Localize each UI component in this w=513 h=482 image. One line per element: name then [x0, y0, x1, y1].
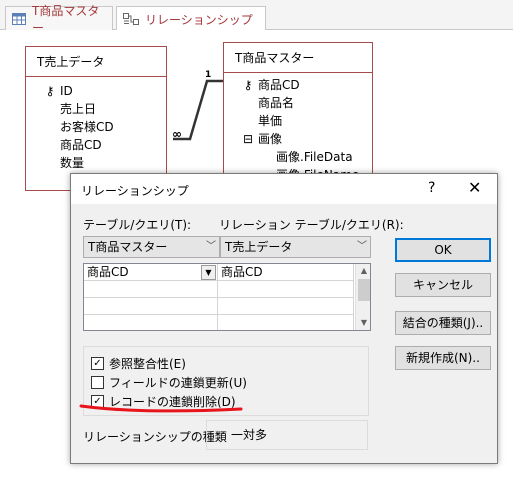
red-underline-annotation: [79, 404, 243, 413]
cancel-button[interactable]: キャンセル: [395, 273, 491, 297]
document-tab-bar: T商品マスター リレーションシップ: [0, 0, 513, 35]
tab-relationships[interactable]: リレーションシップ: [116, 6, 266, 31]
create-new-button[interactable]: 新規作成(N)..: [395, 346, 491, 370]
one-side-label: 1: [205, 70, 212, 80]
table-icon: [12, 12, 26, 25]
relationships-icon: [123, 13, 139, 25]
tab-product-master[interactable]: T商品マスター: [5, 4, 113, 35]
tab-label: リレーションシップ: [145, 12, 253, 27]
many-side-label: ∞: [172, 127, 182, 141]
join-type-button[interactable]: 結合の種類(J)..: [395, 311, 491, 335]
ok-button[interactable]: OK: [395, 238, 491, 262]
relationship-type-value: 一対多: [206, 420, 368, 450]
relationship-dialog: リレーションシップ ? ✕ テーブル/クエリ(T): リレーション テーブル/ク…: [70, 173, 498, 464]
